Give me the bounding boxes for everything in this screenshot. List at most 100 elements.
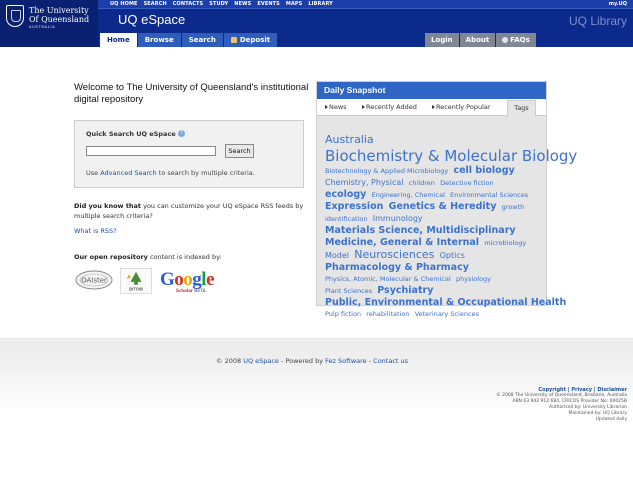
welcome-heading: Welcome to The University of Queensland'… (74, 82, 309, 105)
snapshot-tab-news-label: News (329, 103, 347, 111)
google-letter-3: o (183, 269, 193, 290)
deposit-icon (230, 37, 237, 43)
topnav-uq-home[interactable]: UQ HOME (110, 1, 138, 7)
snapshot-tab-recently-popular-label: Recently Popular (436, 103, 491, 111)
oaister-logo[interactable]: OAIster (74, 268, 114, 292)
footer-copyright: © 2008 UQ eSpace - Powered by Fez Softwa… (216, 357, 408, 365)
snapshot-tab-recently-added-label: Recently Added (366, 103, 417, 111)
tag-link[interactable]: Medicine, General & Internal (325, 237, 479, 248)
arrow-text: arrow (129, 287, 143, 293)
snapshot-tabs: News Recently Added Recently Popular Tag… (317, 99, 546, 117)
uq-crest-icon (6, 5, 24, 27)
tag-link[interactable]: Physics, Atomic, Molecular & Chemical (325, 275, 451, 283)
tag-link[interactable]: Model (325, 251, 349, 260)
advanced-search-link[interactable]: Advanced Search (100, 169, 157, 177)
topnav-search[interactable]: SEARCH (144, 1, 167, 7)
tag-link[interactable]: rehabilitation (366, 310, 409, 318)
uq-logo[interactable]: The University Of Queensland AUSTRALIA (0, 0, 98, 47)
tag-cloud: Australia Biochemistry & Molecular Biolo… (325, 133, 577, 320)
footer-legal: Copyright | Privacy | Disclaimer © 2008 … (427, 387, 627, 423)
rss-info: Did you know that you can customize your… (74, 202, 309, 221)
tag-link[interactable]: Psychiatry (377, 285, 433, 296)
tab-faqs-label: FAQs (510, 36, 530, 44)
tag-link[interactable]: Engineering, Chemical (372, 191, 445, 199)
tag-link[interactable]: physiology (456, 275, 491, 283)
search-input[interactable] (86, 146, 216, 156)
snapshot-tab-recently-popular[interactable]: Recently Popular (432, 103, 491, 111)
topnav-my-uq[interactable]: my.UQ (609, 1, 627, 7)
snapshot-tab-recently-added[interactable]: Recently Added (362, 103, 417, 111)
tag-link[interactable]: Public, Environmental & Occupational Hea… (325, 297, 566, 308)
tab-home[interactable]: Home (100, 33, 137, 47)
tag-link[interactable]: Materials Science, Multidisciplinary (325, 225, 516, 236)
tag-link[interactable]: microbiology (484, 239, 526, 247)
topnav-news[interactable]: NEWS (234, 1, 251, 7)
tag-link[interactable]: Genetics & Heredity (389, 201, 497, 212)
tag-link[interactable]: Chemistry, Physical (325, 178, 404, 187)
footer-uq-espace-link[interactable]: UQ eSpace (243, 357, 279, 365)
footer-contact-link[interactable]: Contact us (373, 357, 408, 365)
tag-link[interactable]: Neurosciences (354, 248, 434, 261)
snapshot-tab-tags[interactable]: Tags (507, 100, 536, 117)
topnav-library[interactable]: LIBRARY (308, 1, 332, 7)
tab-search[interactable]: Search (181, 33, 223, 47)
footer-legal-line5: Updated daily (595, 417, 627, 422)
daily-snapshot-title: Daily Snapshot (317, 82, 546, 99)
tab-deposit[interactable]: Deposit (223, 33, 278, 47)
google-scholar-logo[interactable]: Google Scholar BETA (160, 269, 214, 293)
copyright-prefix: © 2008 (216, 357, 244, 365)
tag-link[interactable]: Detective fiction (440, 179, 494, 187)
topnav-events[interactable]: EVENTS (257, 1, 280, 7)
quick-search-heading: Quick Search UQ eSpace (86, 130, 176, 138)
arrow-right-icon (432, 105, 435, 109)
tag-link[interactable]: growth (502, 203, 525, 211)
oaister-text: OAIster (81, 277, 107, 285)
tag-link[interactable]: Biotechnology & Applied Microbiology (325, 167, 448, 175)
library-title[interactable]: UQ Library (569, 14, 627, 28)
what-is-rss-link[interactable]: What is RSS? (74, 227, 117, 235)
indexed-by-text: Our open repository content is indexed b… (74, 253, 222, 261)
google-letter-4: g (192, 269, 202, 290)
arrow-right-icon (362, 105, 365, 109)
main-tabs: Home Browse Search Deposit (100, 33, 278, 47)
question-icon (502, 37, 509, 43)
beta-text: BETA (194, 288, 206, 293)
tag-link[interactable]: children (409, 179, 435, 187)
site-title[interactable]: UQ eSpace (118, 12, 185, 27)
tag-link[interactable]: Pharmacology & Pharmacy (325, 262, 469, 273)
footer-divider (0, 340, 633, 341)
tag-link[interactable]: Optics (440, 251, 465, 260)
search-button[interactable]: Search (225, 144, 254, 158)
tag-link[interactable]: cell biology (453, 165, 514, 176)
logo-line1: The University (29, 6, 89, 15)
topnav-study[interactable]: STUDY (209, 1, 228, 7)
tag-link[interactable]: Veterinary Sciences (415, 310, 479, 318)
footer-fez-link[interactable]: Fez Software (325, 357, 367, 365)
rss-info-bold: Did you know that (74, 202, 142, 210)
tab-browse[interactable]: Browse (137, 33, 181, 47)
logo-line2: Of Queensland (29, 15, 90, 24)
tag-link[interactable]: Australia (325, 133, 374, 146)
indexed-bold: Our open repository (74, 253, 148, 261)
topnav-maps[interactable]: MAPS (286, 1, 303, 7)
advanced-search-hint: Use Advanced Search to search by multipl… (86, 169, 255, 177)
tag-link[interactable]: Environmental Sciences (450, 191, 528, 199)
tab-about[interactable]: About (459, 33, 496, 47)
tab-deposit-label: Deposit (239, 36, 271, 44)
google-letter-1: G (160, 269, 175, 290)
arrow-right-icon (325, 105, 328, 109)
tag-link[interactable]: ecology (325, 189, 366, 200)
snapshot-tab-news[interactable]: News (325, 103, 347, 111)
arrow-logo[interactable]: arrow (120, 268, 152, 294)
tag-link[interactable]: Expression (325, 201, 383, 212)
topnav-contacts[interactable]: CONTACTS (173, 1, 203, 7)
tag-link[interactable]: Plant Sciences (325, 287, 372, 295)
help-icon[interactable]: ? (178, 130, 185, 137)
tag-link[interactable]: identification (325, 215, 368, 223)
tab-login[interactable]: Login (425, 33, 459, 47)
tag-link[interactable]: Immunology (373, 214, 423, 223)
logo-line3: AUSTRALIA (29, 25, 56, 29)
tab-faqs[interactable]: FAQs (496, 33, 536, 47)
tag-link[interactable]: Biochemistry & Molecular Biology (325, 147, 577, 165)
tag-link[interactable]: Pulp fiction (325, 310, 361, 318)
